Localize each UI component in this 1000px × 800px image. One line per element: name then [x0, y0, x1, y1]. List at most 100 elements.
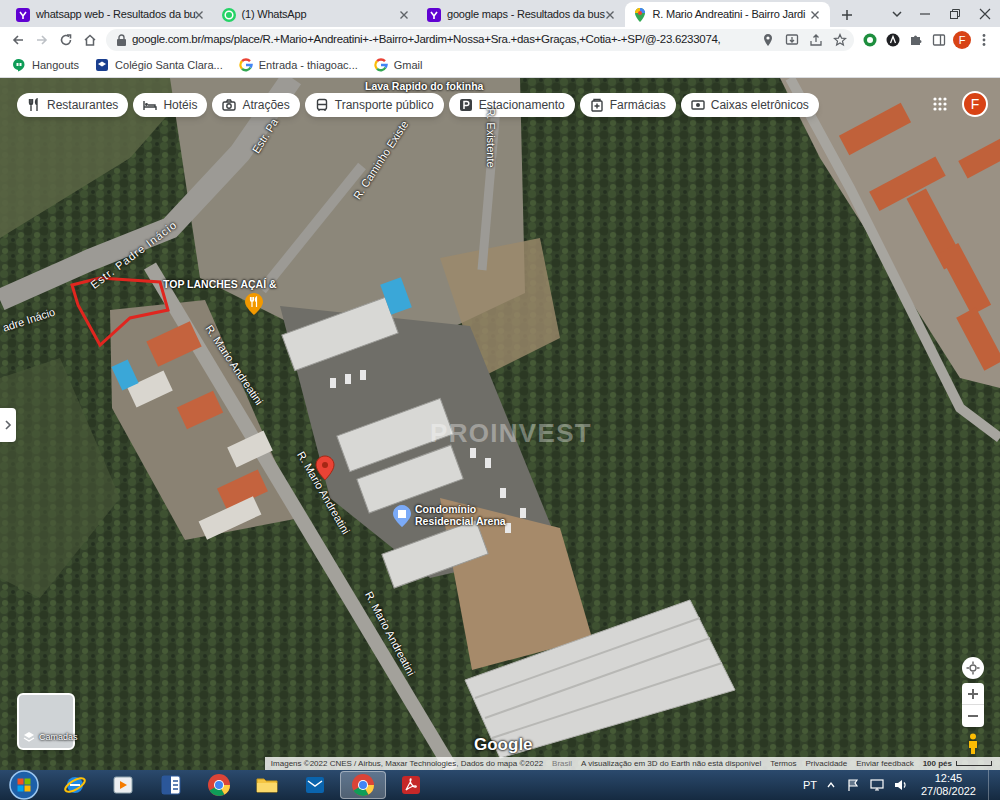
- minimize-icon[interactable]: [910, 0, 940, 27]
- new-tab-icon[interactable]: [834, 3, 860, 27]
- system-tray: PT 12:4527/08/2022: [803, 770, 1000, 800]
- taskbar-app[interactable]: [196, 771, 242, 799]
- bookmarks-bar: Hangouts Colégio Santa Clara... Entrada - …: [0, 53, 1000, 78]
- building-pin-icon[interactable]: [393, 505, 411, 527]
- tab-search-icon[interactable]: [884, 0, 910, 27]
- footer-item[interactable]: Enviar feedback: [856, 758, 913, 770]
- transit-icon: [315, 98, 329, 112]
- close-tab-icon[interactable]: [808, 8, 822, 22]
- layers-button[interactable]: Camadas: [17, 693, 75, 750]
- place-marker[interactable]: Lava Rapido do fokinha: [365, 79, 483, 95]
- footer-item: Imagens ©2022 CNES / Airbus, Maxar Techn…: [271, 758, 543, 770]
- bookmark-label: Hangouts: [32, 57, 79, 74]
- acrobat-icon: [399, 773, 423, 797]
- close-tab-icon[interactable]: [603, 8, 617, 22]
- bookmark[interactable]: Hangouts: [12, 57, 79, 74]
- media-icon: [111, 773, 135, 797]
- taskbar-apps: [52, 771, 434, 799]
- taskbar-app[interactable]: [148, 771, 194, 799]
- install-icon[interactable]: [782, 30, 802, 50]
- side-panel-icon[interactable]: [927, 29, 950, 51]
- tab-list: whatsapp web - Resultados da bu(1) Whats…: [8, 0, 830, 27]
- taskbar: PT 12:4527/08/2022: [0, 770, 1000, 800]
- yahoo-favicon-icon: [427, 8, 441, 22]
- place-label[interactable]: Lava Rapido do fokinha: [365, 79, 483, 95]
- back-icon[interactable]: [6, 28, 30, 52]
- place-marker[interactable]: TOP LANCHES AÇAÍ &: [163, 277, 277, 315]
- place-label[interactable]: TOP LANCHES AÇAÍ &: [163, 277, 277, 293]
- extension-green-icon[interactable]: [858, 29, 881, 51]
- profile-avatar[interactable]: F: [953, 31, 971, 49]
- map-controls: [962, 657, 984, 757]
- bookmark[interactable]: Gmail: [374, 57, 423, 74]
- browser-tab[interactable]: whatsapp web - Resultados da bu: [8, 2, 214, 27]
- category-chip[interactable]: Farmácias: [580, 93, 676, 117]
- network-icon[interactable]: [869, 777, 885, 793]
- close-tab-icon[interactable]: [192, 8, 206, 22]
- account-avatar[interactable]: F: [962, 91, 988, 117]
- menu-icon[interactable]: [974, 29, 994, 51]
- tab-title: google maps - Resultados da bus: [447, 6, 597, 23]
- food-pin-icon[interactable]: [245, 293, 263, 315]
- show-hidden-icon[interactable]: [825, 779, 837, 791]
- taskbar-app[interactable]: [244, 771, 290, 799]
- category-chip[interactable]: Atrações: [212, 93, 299, 117]
- extension-black-icon[interactable]: [881, 29, 904, 51]
- place-label[interactable]: Condomínio Residencial Arena: [415, 503, 523, 527]
- tab-strip: whatsapp web - Resultados da bu(1) Whats…: [0, 0, 1000, 27]
- volume-icon[interactable]: [893, 777, 909, 793]
- close-window-icon[interactable]: [970, 0, 1000, 27]
- window-controls: [884, 0, 1000, 27]
- action-center-flag-icon[interactable]: [845, 777, 861, 793]
- forward-icon[interactable]: [30, 28, 54, 52]
- language-indicator[interactable]: PT: [803, 777, 817, 794]
- place-marker[interactable]: Condomínio Residencial Arena: [393, 503, 523, 527]
- category-chip[interactable]: Hotéis: [133, 93, 207, 117]
- taskbar-app[interactable]: [388, 771, 434, 799]
- taskbar-app[interactable]: [100, 771, 146, 799]
- taskbar-app[interactable]: [292, 771, 338, 799]
- clock[interactable]: 12:4527/08/2022: [917, 772, 980, 798]
- compass-icon[interactable]: [962, 657, 984, 679]
- clock-time: 12:45: [935, 772, 963, 785]
- pegman-icon[interactable]: [962, 731, 984, 757]
- zoom-out-icon[interactable]: [962, 705, 984, 727]
- taskbar-app[interactable]: [340, 771, 386, 799]
- star-icon[interactable]: [830, 30, 850, 50]
- apps-grid-icon[interactable]: [930, 94, 950, 114]
- category-chip[interactable]: Restaurantes: [17, 93, 128, 117]
- bookmark[interactable]: Entrada - thiagoac...: [239, 57, 358, 74]
- footer-item[interactable]: Privacidade: [805, 758, 847, 770]
- street-label: Estr. Pa: [248, 115, 282, 156]
- maps-favicon-icon: [633, 8, 647, 22]
- start-button-icon[interactable]: [4, 770, 44, 800]
- category-chip[interactable]: Transporte público: [305, 93, 444, 117]
- reload-icon[interactable]: [54, 28, 78, 52]
- browser-tab[interactable]: (1) WhatsApp: [214, 2, 420, 27]
- bookmark[interactable]: Colégio Santa Clara...: [95, 57, 223, 74]
- taskbar-app[interactable]: [52, 771, 98, 799]
- category-chip[interactable]: Caixas eletrônicos: [681, 93, 819, 117]
- zoom-controls: [962, 683, 984, 727]
- address-text[interactable]: google.com.br/maps/place/R.+Mario+Andrea…: [132, 31, 754, 48]
- share-icon[interactable]: [806, 30, 826, 50]
- restore-icon[interactable]: [940, 0, 970, 27]
- extensions-puzzle-icon[interactable]: [904, 29, 927, 51]
- clock-date: 27/08/2022: [921, 785, 976, 798]
- browser-tab[interactable]: google maps - Resultados da bus: [419, 2, 625, 27]
- map-view[interactable]: RestaurantesHotéisAtraçõesTransporte púb…: [0, 78, 1000, 770]
- side-panel-toggle-icon[interactable]: [0, 408, 16, 442]
- category-chip[interactable]: Estacionamento: [449, 93, 575, 117]
- account-area: F: [930, 91, 988, 117]
- home-icon[interactable]: [78, 28, 102, 52]
- lock-icon[interactable]: [114, 33, 128, 47]
- yahoo-favicon-icon: [16, 8, 30, 22]
- address-bar[interactable]: google.com.br/maps/place/R.+Mario+Andrea…: [106, 29, 854, 51]
- show-desktop-button[interactable]: [988, 770, 1000, 800]
- zoom-in-icon[interactable]: [962, 683, 984, 705]
- close-tab-icon[interactable]: [397, 8, 411, 22]
- browser-tab[interactable]: R. Mario Andreatini - Bairro Jardi: [625, 2, 831, 27]
- footer-item[interactable]: Termos: [770, 758, 796, 770]
- location-icon[interactable]: [758, 30, 778, 50]
- category-chips: RestaurantesHotéisAtraçõesTransporte púb…: [17, 93, 819, 117]
